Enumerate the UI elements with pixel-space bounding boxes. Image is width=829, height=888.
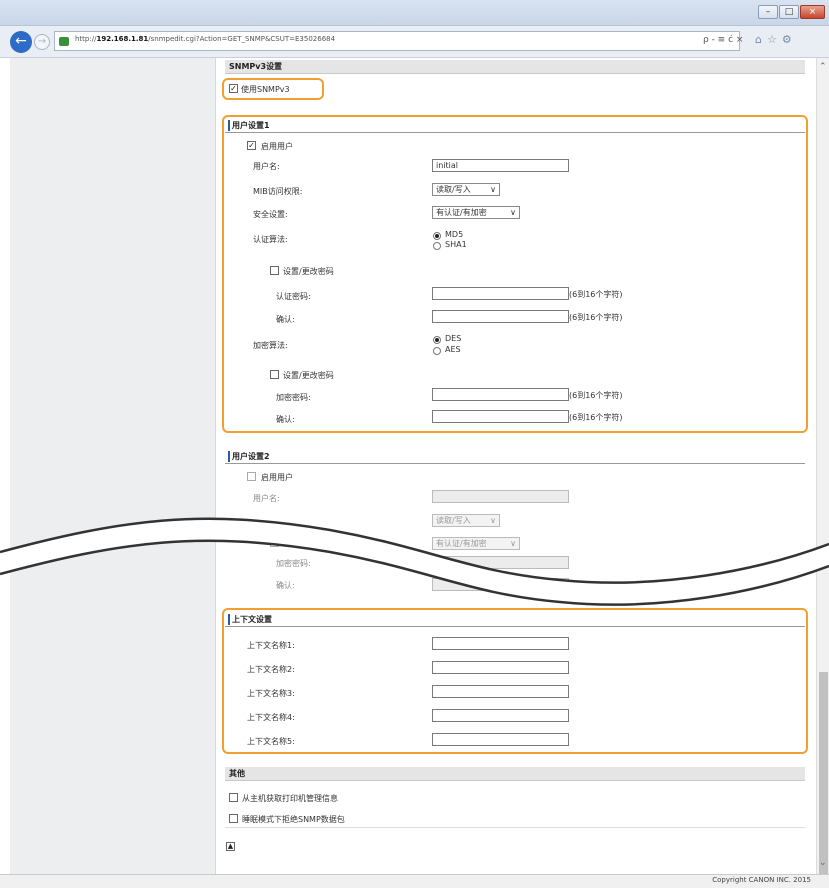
mib-access-select[interactable]: 读取/写入 ∨ xyxy=(432,183,500,196)
vertical-scrollbar[interactable]: ⌃ ⌄ xyxy=(816,58,829,878)
settings-gear-icon[interactable]: ⚙ xyxy=(782,33,797,46)
use-snmpv3-checkbox[interactable]: ✓ xyxy=(229,84,238,93)
use-snmpv3-label: 使用SNMPv3 xyxy=(241,85,290,94)
get-printer-info-checkbox[interactable] xyxy=(229,793,238,802)
close-button[interactable]: × xyxy=(800,5,825,19)
username-label: 用户名: xyxy=(253,162,280,171)
home-icon[interactable]: ⌂ xyxy=(755,33,767,46)
scroll-down-icon[interactable]: ⌄ xyxy=(819,858,827,868)
enc-password-label: 加密密码: xyxy=(276,393,311,402)
left-sidebar xyxy=(10,58,216,874)
set-enc-password-checkbox[interactable] xyxy=(270,370,279,379)
context-name-4-label: 上下文名称4: xyxy=(247,713,295,722)
scroll-to-top-icon[interactable]: ▲ xyxy=(226,842,235,851)
navigation-bar: ← → http://192.168.1.81/snmpedit.cgi?Act… xyxy=(0,26,829,58)
enc-confirm-input[interactable] xyxy=(432,410,569,423)
security-settings-label: 安全设置: xyxy=(253,210,288,219)
context-name-2-input[interactable] xyxy=(432,661,569,674)
enc-des-radio[interactable] xyxy=(433,336,441,344)
window-title-bar: – □ × xyxy=(0,0,829,26)
snmpv3-section-header: SNMPv3设置 xyxy=(225,60,805,74)
browser-toolbar-icons[interactable]: ⌂☆⚙ xyxy=(755,33,797,46)
auth-confirm-input[interactable] xyxy=(432,310,569,323)
minimize-button[interactable]: – xyxy=(758,5,778,19)
omission-wave-graphic xyxy=(0,517,829,606)
auth-md5-radio[interactable] xyxy=(433,232,441,240)
auth-algorithm-label: 认证算法: xyxy=(253,235,288,244)
set-enc-password-label: 设置/更改密码 xyxy=(283,371,334,380)
context-name-5-input[interactable] xyxy=(432,733,569,746)
auth-sha1-label: SHA1 xyxy=(445,240,467,249)
context-name-2-label: 上下文名称2: xyxy=(247,665,295,674)
username-input[interactable]: initial xyxy=(432,159,569,172)
url-text: http://192.168.1.81/snmpedit.cgi?Action=… xyxy=(75,35,336,43)
auth-confirm-hint: (6到16个字符) xyxy=(569,313,623,322)
auth-password-input[interactable] xyxy=(432,287,569,300)
enc-confirm-hint: (6到16个字符) xyxy=(569,413,623,422)
chevron-down-icon: ∨ xyxy=(510,208,516,217)
get-printer-info-label: 从主机获取打印机管理信息 xyxy=(242,794,338,803)
reject-snmp-sleep-checkbox[interactable] xyxy=(229,814,238,823)
context-name-3-label: 上下文名称3: xyxy=(247,689,295,698)
context-name-1-input[interactable] xyxy=(432,637,569,650)
set-auth-password-label: 设置/更改密码 xyxy=(283,267,334,276)
context-name-4-input[interactable] xyxy=(432,709,569,722)
site-favicon-icon xyxy=(59,37,69,46)
maximize-button[interactable]: □ xyxy=(779,5,799,19)
user-settings-1-header: 用户设置1 xyxy=(225,119,805,133)
enc-aes-radio[interactable] xyxy=(433,347,441,355)
context-name-3-input[interactable] xyxy=(432,685,569,698)
enable-user-1-checkbox[interactable]: ✓ xyxy=(247,141,256,150)
enable-user-2-label: 启用用户 xyxy=(261,473,293,482)
auth-password-label: 认证密码: xyxy=(276,292,311,301)
auth-sha1-radio[interactable] xyxy=(433,242,441,250)
context-name-5-label: 上下文名称5: xyxy=(247,737,295,746)
chevron-down-icon: ∨ xyxy=(490,185,496,194)
enc-confirm-label: 确认: xyxy=(276,415,295,424)
scroll-up-icon[interactable]: ⌃ xyxy=(819,62,827,72)
favorites-star-icon[interactable]: ☆ xyxy=(767,33,782,46)
set-auth-password-checkbox[interactable] xyxy=(270,266,279,275)
other-section-header: 其他 xyxy=(225,767,805,781)
context-settings-header: 上下文设置 xyxy=(225,613,805,627)
forward-arrow-icon[interactable]: → xyxy=(34,34,50,50)
section-divider xyxy=(225,827,805,828)
context-name-1-label: 上下文名称1: xyxy=(247,641,295,650)
enc-aes-label: AES xyxy=(445,345,461,354)
enc-password-hint: (6到16个字符) xyxy=(569,391,623,400)
enc-des-label: DES xyxy=(445,334,462,343)
enc-algorithm-label: 加密算法: xyxy=(253,341,288,350)
enable-user-1-label: 启用用户 xyxy=(261,142,293,151)
copyright-text: Copyright CANON INC. 2015 xyxy=(712,876,811,884)
address-tools[interactable]: ρ - ≡ ć × xyxy=(703,35,743,45)
enable-user-2-checkbox[interactable] xyxy=(247,472,256,481)
reject-snmp-sleep-label: 睡眠模式下拒绝SNMP数据包 xyxy=(242,815,345,824)
auth-password-hint: (6到16个字符) xyxy=(569,290,623,299)
user-settings-2-header: 用户设置2 xyxy=(225,450,805,464)
back-arrow-icon[interactable]: ← xyxy=(10,31,32,53)
status-bar: Copyright CANON INC. 2015 xyxy=(0,874,829,888)
scrollbar-thumb[interactable] xyxy=(819,672,828,878)
auth-confirm-label: 确认: xyxy=(276,315,295,324)
auth-md5-label: MD5 xyxy=(445,230,464,239)
mib-access-label: MIB访问权限: xyxy=(253,187,303,196)
address-bar[interactable]: http://192.168.1.81/snmpedit.cgi?Action=… xyxy=(54,31,743,51)
security-settings-select[interactable]: 有认证/有加密 ∨ xyxy=(432,206,520,219)
enc-password-input[interactable] xyxy=(432,388,569,401)
